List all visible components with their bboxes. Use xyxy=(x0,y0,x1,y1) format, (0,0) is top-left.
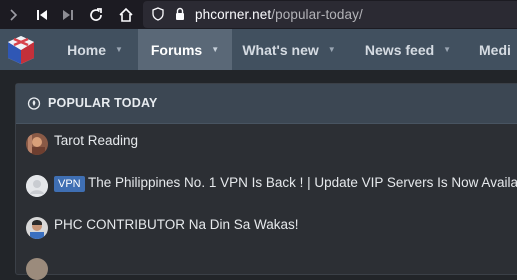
tab-news-feed[interactable]: News feed ▼ xyxy=(354,29,462,70)
avatar[interactable] xyxy=(26,217,48,239)
url-path: /popular-today/ xyxy=(271,7,363,22)
url-text[interactable]: phcorner.net/popular-today/ xyxy=(195,7,363,22)
tab-home-label: Home xyxy=(67,41,106,58)
site-logo[interactable] xyxy=(5,34,37,66)
tab-media[interactable]: Medi xyxy=(479,29,517,70)
chevron-down-icon[interactable]: ▼ xyxy=(115,45,123,54)
tab-home[interactable]: Home ▼ xyxy=(52,29,138,70)
chevron-down-icon[interactable]: ▼ xyxy=(211,45,219,54)
skip-forward-icon[interactable] xyxy=(58,5,78,25)
home-icon[interactable] xyxy=(116,5,136,25)
tab-media-label: Medi xyxy=(479,41,511,58)
skip-back-icon[interactable] xyxy=(32,5,52,25)
chevron-right-icon[interactable] xyxy=(4,5,24,25)
prefix-badge[interactable]: VPN xyxy=(54,176,85,192)
avatar[interactable] xyxy=(26,133,48,155)
address-bar[interactable]: phcorner.net/popular-today/ xyxy=(143,1,517,28)
tab-news-feed-label: News feed xyxy=(364,41,435,58)
reload-icon[interactable] xyxy=(86,5,106,25)
avatar[interactable] xyxy=(26,175,48,197)
tab-whats-new-label: What's new xyxy=(242,41,319,58)
popular-today-title: POPULAR TODAY xyxy=(48,96,158,110)
tab-whats-new[interactable]: What's new ▼ xyxy=(232,29,346,70)
tab-forums[interactable]: Forums ▼ xyxy=(138,29,232,70)
thread-title[interactable]: PHC CONTRIBUTOR Na Din Sa Wakas! xyxy=(54,217,299,232)
shield-icon[interactable] xyxy=(152,7,164,26)
avatar[interactable] xyxy=(26,258,48,280)
chevron-down-icon[interactable]: ▼ xyxy=(443,45,451,54)
flame-icon xyxy=(27,96,41,110)
thread-title[interactable]: The Philippines No. 1 VPN Is Back ! | Up… xyxy=(88,175,517,190)
thread-title[interactable]: Tarot Reading xyxy=(54,133,138,148)
url-domain: phcorner.net xyxy=(195,7,272,22)
tab-forums-label: Forums xyxy=(150,41,203,58)
lock-icon[interactable] xyxy=(174,7,186,26)
chevron-down-icon[interactable]: ▼ xyxy=(328,45,336,54)
